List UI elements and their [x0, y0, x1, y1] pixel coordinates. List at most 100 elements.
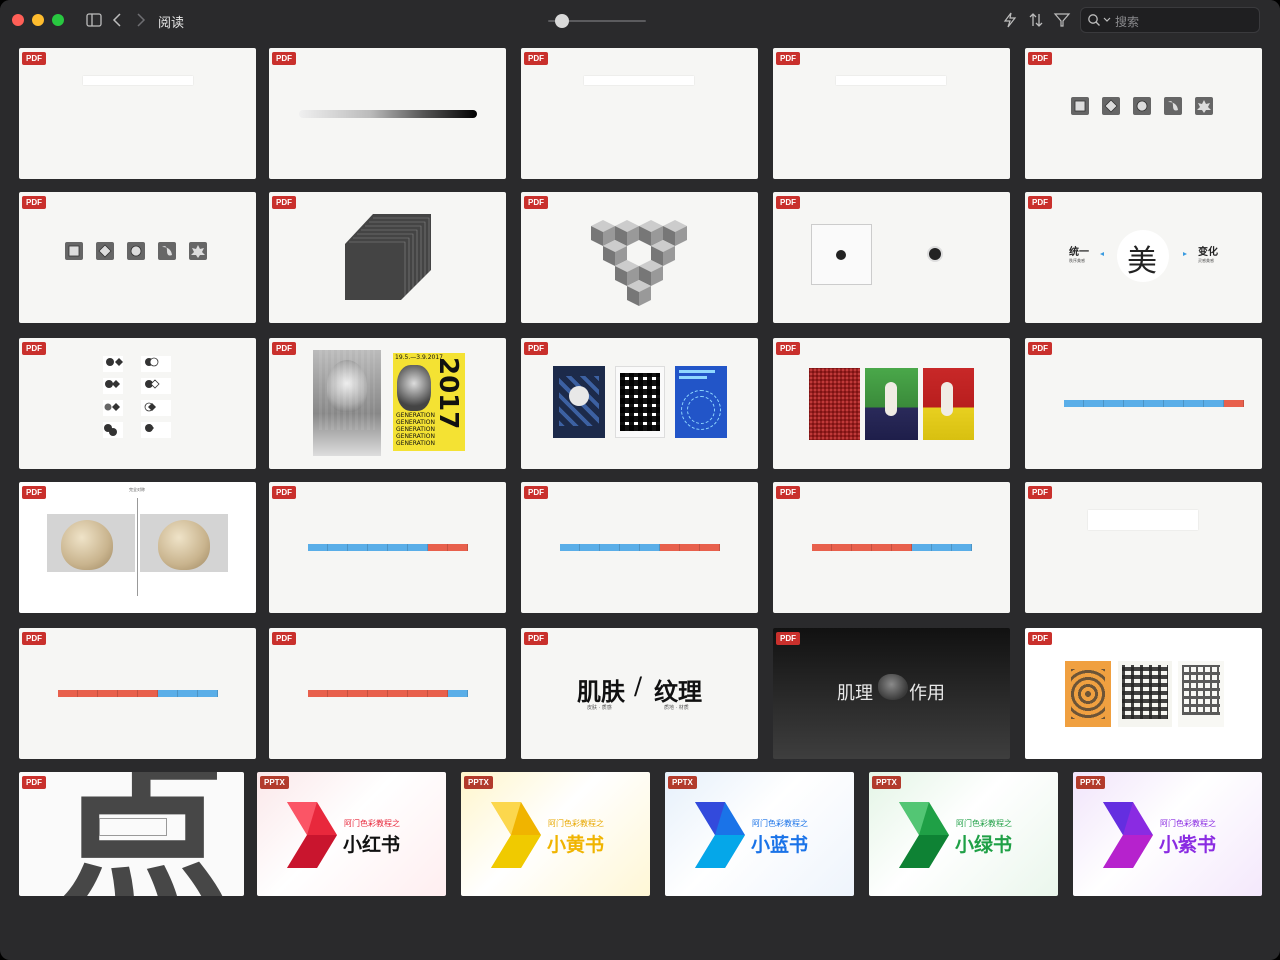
- slide-subtitle: 阿门色彩教程之: [752, 819, 808, 828]
- sidebar-icon[interactable]: [84, 10, 104, 30]
- pdf-badge: PDF: [272, 196, 296, 209]
- pdf-badge: PDF: [776, 342, 800, 355]
- slide-text: 变化: [1198, 247, 1218, 258]
- poster-image: [615, 366, 665, 438]
- pdf-badge: PDF: [272, 486, 296, 499]
- slide-subtitle: 阿门色彩教程之: [548, 819, 604, 828]
- file-thumbnail[interactable]: PDF 统一 秩序美感 美 变化 灵感美感: [1025, 192, 1262, 323]
- poster-image: [313, 350, 381, 456]
- file-thumbnail[interactable]: PDF: [1025, 48, 1262, 179]
- stacked-cube-graphic: [345, 214, 431, 300]
- pdf-badge: PDF: [776, 52, 800, 65]
- pptx-badge: PPTX: [872, 776, 901, 789]
- pdf-badge: PDF: [272, 52, 296, 65]
- file-thumbnail[interactable]: PDF: [773, 338, 1010, 469]
- slide-title: 完全对称: [129, 487, 145, 492]
- file-thumbnail[interactable]: PDF: [521, 338, 758, 469]
- file-thumbnail[interactable]: PPTX 阿门色彩教程之 小红书: [257, 772, 446, 896]
- file-thumbnail[interactable]: PDF: [773, 48, 1010, 179]
- pdf-badge: PDF: [1028, 632, 1052, 645]
- pdf-badge: PDF: [22, 632, 46, 645]
- file-thumbnail[interactable]: PDF: [521, 48, 758, 179]
- search-field[interactable]: 搜索: [1080, 7, 1260, 33]
- poster-image: [809, 368, 860, 440]
- slide-title: 美: [1127, 244, 1157, 279]
- slide-text-box: [99, 818, 167, 836]
- pdf-badge: PDF: [524, 52, 548, 65]
- file-thumbnail[interactable]: PDF: [1025, 482, 1262, 613]
- app-window: 阅读 搜索 PDF PDF PDF PDF PDF PDF PDF PDF PD…: [0, 0, 1280, 960]
- slide-text-box: [836, 76, 946, 85]
- logo-icon: [1103, 802, 1153, 868]
- slide-title: 肌理: [837, 683, 873, 704]
- file-thumbnail[interactable]: PDF: [19, 48, 256, 179]
- file-thumbnail[interactable]: PDF: [19, 338, 256, 469]
- file-thumbnail[interactable]: PDF: [269, 192, 506, 323]
- shape-icons: [65, 242, 207, 260]
- poster-image: [923, 368, 974, 440]
- chevron-left-icon[interactable]: [108, 10, 128, 30]
- chevron-down-icon[interactable]: [1103, 17, 1111, 23]
- pdf-badge: PDF: [776, 632, 800, 645]
- file-thumbnail[interactable]: PDF: [1025, 338, 1262, 469]
- file-thumbnail[interactable]: PDF: [773, 482, 1010, 613]
- file-thumbnail[interactable]: PDF 肌理 作用: [773, 628, 1010, 759]
- zoom-button[interactable]: [52, 14, 64, 26]
- zoom-slider-knob[interactable]: [555, 14, 569, 28]
- logo-icon: [287, 802, 337, 868]
- pdf-badge: PDF: [776, 486, 800, 499]
- file-thumbnail[interactable]: PDF: [1025, 628, 1262, 759]
- poster-image: [675, 366, 727, 438]
- file-thumbnail[interactable]: PDF: [521, 192, 758, 323]
- pdf-badge: PDF: [22, 342, 46, 355]
- sort-icon[interactable]: [1026, 10, 1046, 30]
- title-bar: 阅读 搜索: [0, 0, 1280, 40]
- color-bar: [560, 544, 720, 551]
- gradient-dots: [299, 110, 477, 118]
- pdf-badge: PDF: [524, 486, 548, 499]
- pdf-badge: PDF: [22, 196, 46, 209]
- filter-icon[interactable]: [1052, 10, 1072, 30]
- minimize-button[interactable]: [32, 14, 44, 26]
- slide-title: 小蓝书: [751, 834, 809, 856]
- search-icon: [1088, 14, 1100, 26]
- color-bar: [1064, 400, 1244, 407]
- rock-image: [878, 674, 908, 700]
- file-thumbnail[interactable]: PDF 肌肤 / 纹理 皮肤 · 质感 质地 · 材质: [521, 628, 758, 759]
- file-thumbnail[interactable]: PDF: [19, 192, 256, 323]
- lightning-icon[interactable]: [1000, 10, 1020, 30]
- pdf-badge: PDF: [1028, 486, 1052, 499]
- file-thumbnail[interactable]: PDF: [19, 628, 256, 759]
- file-thumbnail[interactable]: PPTX 阿门色彩教程之 小黄书: [461, 772, 650, 896]
- file-thumbnail[interactable]: PDF: [773, 192, 1010, 323]
- pdf-badge: PDF: [1028, 196, 1052, 209]
- poster-image: [1118, 661, 1172, 727]
- file-thumbnail[interactable]: PDF 19.5.—3.9.2017 2017 GENERATION GENER…: [269, 338, 506, 469]
- slide-title: 小红书: [343, 834, 401, 856]
- slide-text: 灵感美感: [1198, 258, 1214, 263]
- pdf-badge: PDF: [272, 632, 296, 645]
- file-thumbnail[interactable]: PPTX 阿门色彩教程之 小紫书: [1073, 772, 1262, 896]
- poster-image: [553, 366, 605, 438]
- chevron-right-icon[interactable]: [130, 10, 150, 30]
- slide-subtitle: 阿门色彩教程之: [1160, 819, 1216, 828]
- file-thumbnail[interactable]: PPTX 阿门色彩教程之 小绿书: [869, 772, 1058, 896]
- close-button[interactable]: [12, 14, 24, 26]
- slide-text: 统一: [1069, 247, 1089, 258]
- arrow-right-icon: [1183, 252, 1187, 256]
- color-bar: [812, 544, 972, 551]
- file-thumbnail[interactable]: PPTX 阿门色彩教程之 小蓝书: [665, 772, 854, 896]
- slide-subtitle: 阿门色彩教程之: [344, 819, 400, 828]
- poster-image: [1178, 661, 1224, 727]
- file-thumbnail[interactable]: PDF: [269, 48, 506, 179]
- logo-icon: [695, 802, 745, 868]
- file-thumbnail[interactable]: PDF 完全对称: [19, 482, 256, 613]
- file-thumbnail[interactable]: PDF: [269, 482, 506, 613]
- slide-subtitle: 质地 · 材质: [664, 705, 689, 711]
- file-thumbnail[interactable]: PDF: [269, 628, 506, 759]
- file-thumbnail[interactable]: PDF 点: [19, 772, 244, 896]
- window-title: 阅读: [158, 16, 185, 31]
- pdf-badge: PDF: [776, 196, 800, 209]
- file-thumbnail[interactable]: PDF: [521, 482, 758, 613]
- onion-image: [47, 514, 135, 572]
